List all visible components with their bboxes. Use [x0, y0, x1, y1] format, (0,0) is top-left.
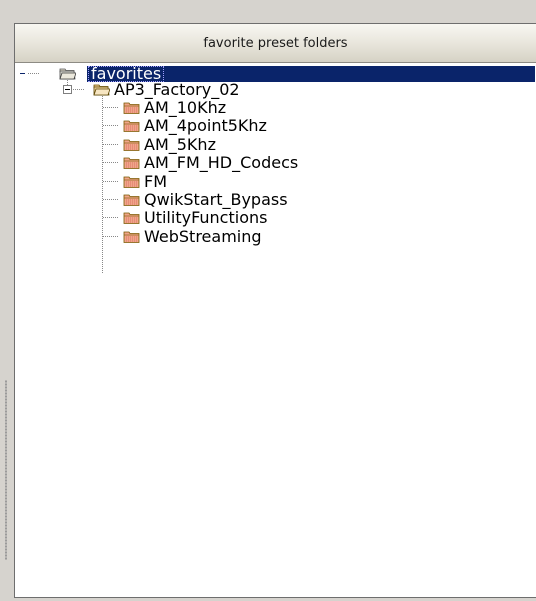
tree-connector [103, 162, 119, 164]
tree-connector [103, 235, 119, 237]
closed-folder-icon [123, 231, 140, 243]
favorites-panel: favorite preset folders favorites AP3_Fa… [14, 23, 536, 598]
tree-node-preset-folder[interactable]: WebStreaming [142, 228, 264, 246]
tree-node-preset-folder[interactable]: AM_FM_HD_Codecs [142, 154, 300, 172]
tree-connector [103, 143, 119, 145]
tree-connector [103, 125, 119, 127]
tree-node-preset-folder[interactable]: FM [142, 173, 169, 191]
tree-node-label: AM_10Khz [144, 98, 227, 117]
closed-folder-icon [123, 212, 140, 225]
tree-node-label: AM_5Khz [144, 134, 216, 154]
tree-node-label: UtilityFunctions [144, 208, 268, 228]
tree-connector [102, 96, 103, 274]
tree-connector [73, 89, 85, 90]
root-collapse-toggle[interactable] [18, 69, 27, 78]
tree-node-label: AM_4point5Khz [144, 116, 267, 136]
tree-node-preset-folder[interactable]: QwikStart_Bypass [142, 191, 290, 209]
tree-connector [103, 217, 119, 219]
tree-node-group[interactable]: AP3_Factory_02 [112, 81, 242, 99]
top-strip [0, 0, 536, 8]
window-frame: favorite preset folders favorites AP3_Fa… [0, 0, 536, 601]
tree-node-group-label: AP3_Factory_02 [114, 80, 240, 99]
splitter-grip[interactable] [5, 380, 7, 560]
tree-connector [103, 180, 119, 182]
tree-node-preset-folder[interactable]: AM_5Khz [142, 136, 218, 154]
tree-node-preset-folder[interactable]: AM_4point5Khz [142, 117, 269, 135]
tree-node-label: WebStreaming [144, 226, 262, 246]
closed-folder-icon [123, 176, 140, 188]
closed-folder-icon [123, 120, 140, 133]
closed-folder-icon [123, 139, 140, 151]
panel-header-title: favorite preset folders [203, 35, 348, 51]
tree-node-preset-folder[interactable]: AM_10Khz [142, 99, 228, 117]
closed-folder-icon [123, 157, 140, 170]
tree-node-label: AM_FM_HD_Codecs [144, 153, 299, 173]
tree-node-label: QwikStart_Bypass [144, 190, 288, 209]
open-folder-icon [59, 68, 76, 80]
open-folder-icon [93, 84, 110, 96]
panel-header[interactable]: favorite preset folders [15, 24, 536, 63]
tree-node-label: FM [144, 171, 168, 191]
closed-folder-icon [123, 102, 140, 114]
tree-node-preset-folder[interactable]: UtilityFunctions [142, 209, 269, 227]
tree-connector [28, 73, 40, 74]
tree-connector [103, 107, 119, 108]
closed-folder-icon [123, 194, 140, 206]
group-collapse-toggle[interactable] [63, 85, 72, 94]
tree-connector [103, 199, 119, 200]
